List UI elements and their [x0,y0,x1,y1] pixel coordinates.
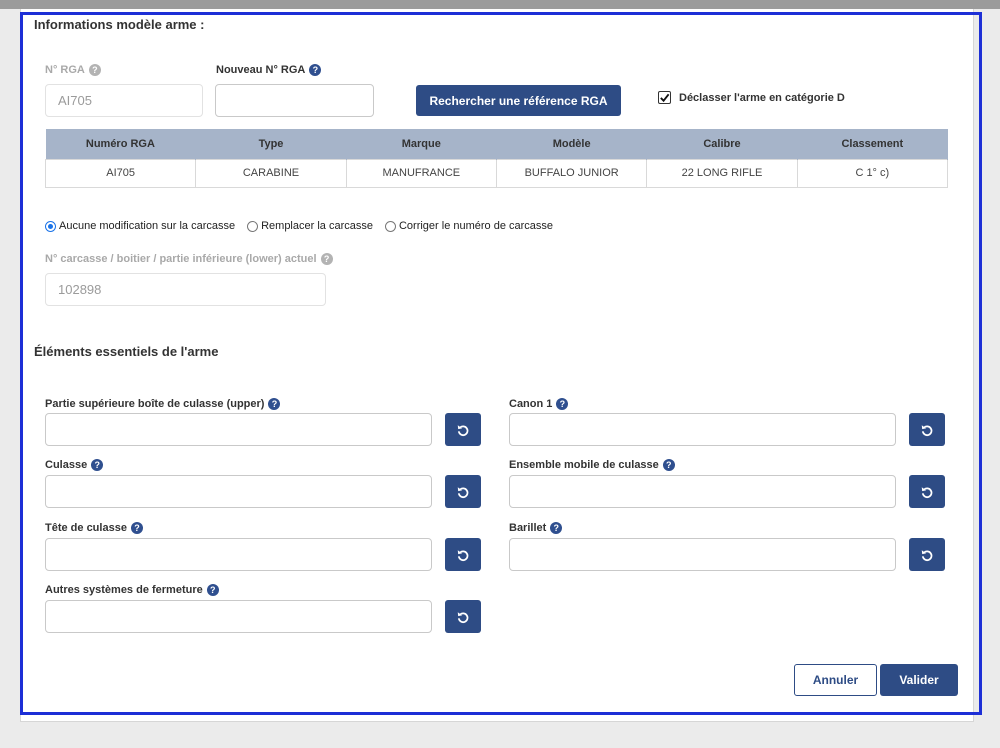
undo-icon [457,424,469,436]
section-title-model: Informations modèle arme : [34,17,205,32]
radio-label: Aucune modification sur la carcasse [59,220,236,232]
rga-table: Numéro RGA Type Marque Modèle Calibre Cl… [44,129,949,188]
question-circle-icon[interactable]: ? [91,459,104,471]
table-header-cell: Modèle [496,129,648,159]
table-cell: AI705 [44,158,197,188]
canon-input[interactable] [509,413,896,446]
check-icon [660,93,670,103]
upper-reset-button[interactable] [445,413,481,446]
tete-label-row: Tête de culasse ? [45,522,143,534]
upper-input[interactable] [45,413,432,446]
undo-icon [921,486,933,498]
table-header-cell: Marque [346,129,497,159]
undo-icon [457,611,469,623]
canon-reset-button[interactable] [909,413,945,446]
top-strip [0,0,1000,9]
canon-label-row: Canon 1 ? [509,398,569,410]
radio-button[interactable] [247,220,259,232]
current-rga-label-row: N° RGA ? [45,64,101,76]
undo-icon [921,549,933,561]
question-circle-icon[interactable]: ? [130,522,143,534]
culasse-reset-button[interactable] [445,475,481,508]
question-circle-icon[interactable]: ? [88,64,101,76]
culasse-label: Culasse [45,459,88,471]
ensemble-reset-button[interactable] [909,475,945,508]
current-rga-label: N° RGA [45,64,85,76]
radio-replace-carcasse[interactable]: Remplacer la carcasse [247,220,373,232]
autres-reset-button[interactable] [445,600,481,633]
upper-label-row: Partie supérieure boîte de culasse (uppe… [45,398,281,410]
upper-label: Partie supérieure boîte de culasse (uppe… [45,398,265,410]
ensemble-label: Ensemble mobile de culasse [509,459,659,471]
ensemble-input[interactable] [509,475,896,508]
current-rga-field: AI705 [45,84,203,117]
declass-label: Déclasser l'arme en catégorie D [679,91,845,104]
table-cell: BUFFALO JUNIOR [495,158,648,188]
radio-button[interactable] [384,220,396,232]
tete-label: Tête de culasse [45,522,127,534]
carcasse-number-label: N° carcasse / boitier / partie inférieur… [45,253,317,265]
autres-input[interactable] [45,600,432,633]
barillet-input[interactable] [509,538,896,571]
new-rga-input[interactable] [215,84,374,117]
autres-label: Autres systèmes de fermeture [45,584,203,596]
culasse-label-row: Culasse ? [45,459,104,471]
table-header-cell: Calibre [646,129,798,159]
undo-icon [921,424,933,436]
tete-reset-button[interactable] [445,538,481,571]
search-rga-button[interactable]: Rechercher une référence RGA [416,85,621,116]
ensemble-label-row: Ensemble mobile de culasse ? [509,459,675,471]
carcasse-options: Aucune modification sur la carcasse Remp… [45,220,565,232]
table-header-cell: Numéro RGA [45,129,197,159]
table-header-cell: Classement [797,129,949,159]
tete-input[interactable] [45,538,432,571]
barillet-label-row: Barillet ? [509,522,563,534]
radio-correct-number[interactable]: Corriger le numéro de carcasse [384,220,554,232]
table-cell: 22 LONG RIFLE [646,158,798,188]
barillet-reset-button[interactable] [909,538,945,571]
declass-row: Déclasser l'arme en catégorie D [658,91,845,104]
new-rga-label: Nouveau N° RGA [216,64,306,76]
table-cell: MANUFRANCE [345,158,497,188]
question-circle-icon[interactable]: ? [662,459,675,471]
table-header-cell: Type [195,129,347,159]
submit-button[interactable]: Valider [880,664,958,696]
table-header-row: Numéro RGA Type Marque Modèle Calibre Cl… [45,129,949,159]
table-row: AI705 CARABINE MANUFRANCE BUFFALO JUNIOR… [44,158,949,188]
carcasse-number-label-row: N° carcasse / boitier / partie inférieur… [45,253,333,265]
autres-label-row: Autres systèmes de fermeture ? [45,584,219,596]
question-circle-icon[interactable]: ? [268,398,281,410]
radio-label: Remplacer la carcasse [261,220,373,232]
table-cell: C 1° c) [796,158,949,188]
undo-icon [457,549,469,561]
radio-label: Corriger le numéro de carcasse [398,220,554,232]
cancel-button[interactable]: Annuler [794,664,877,696]
question-circle-icon[interactable]: ? [550,522,563,534]
undo-icon [457,486,469,498]
question-circle-icon[interactable]: ? [320,253,333,265]
carcasse-number-field: 102898 [45,273,326,306]
question-circle-icon[interactable]: ? [556,398,569,410]
canon-label: Canon 1 [509,398,553,410]
question-circle-icon[interactable]: ? [309,64,322,76]
table-cell: CARABINE [195,158,347,188]
radio-no-modification[interactable]: Aucune modification sur la carcasse [45,220,235,232]
culasse-input[interactable] [45,475,432,508]
new-rga-label-row: Nouveau N° RGA ? [216,64,322,76]
radio-button[interactable] [45,220,56,232]
section-title-elements: Éléments essentiels de l'arme [34,344,219,359]
declass-checkbox[interactable] [658,91,671,104]
question-circle-icon[interactable]: ? [206,584,219,596]
barillet-label: Barillet [509,522,547,534]
